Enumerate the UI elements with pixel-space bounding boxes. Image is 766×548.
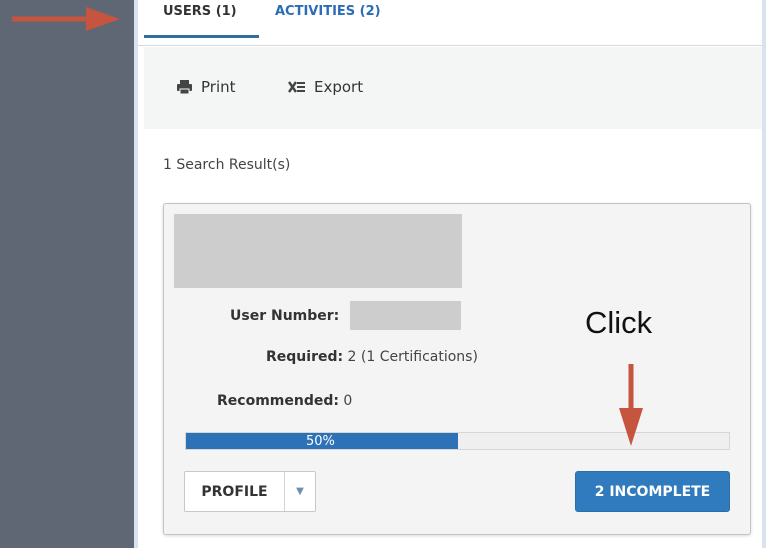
- search-result-count: 1 Search Result(s): [163, 157, 291, 173]
- printer-icon: [177, 80, 192, 95]
- export-label: Export: [314, 78, 364, 96]
- profile-button-group: PROFILE ▼: [184, 471, 316, 512]
- tab-users[interactable]: USERS (1): [163, 4, 237, 19]
- print-button[interactable]: Print: [176, 78, 236, 96]
- annotation-arrow-tabs: [12, 7, 120, 31]
- profile-button[interactable]: PROFILE: [185, 472, 285, 511]
- tab-activities[interactable]: ACTIVITIES (2): [275, 4, 381, 19]
- content-left-border: [134, 0, 138, 548]
- toolbar: Print Export: [144, 47, 762, 129]
- annotation-arrow-incomplete: [619, 364, 643, 446]
- profile-dropdown-toggle[interactable]: ▼: [285, 472, 315, 511]
- active-tab-indicator: [144, 35, 259, 38]
- content-right-border: [762, 0, 766, 548]
- click-annotation: Click: [585, 305, 653, 340]
- left-sidebar: [0, 0, 134, 548]
- redacted-user-name: [174, 214, 462, 288]
- required-field: Required: 2 (1 Certifications): [266, 349, 478, 365]
- required-label: Required:: [266, 349, 344, 365]
- progress-bar: 50%: [185, 432, 730, 450]
- recommended-value: 0: [343, 393, 353, 409]
- recommended-field: Recommended: 0: [217, 393, 352, 409]
- redacted-user-number: [350, 301, 461, 330]
- user-result-card: User Number: Required: 2 (1 Certificatio…: [163, 203, 751, 535]
- excel-export-icon: [288, 81, 305, 93]
- recommended-label: Recommended:: [217, 393, 339, 409]
- user-number-label: User Number:: [230, 308, 340, 324]
- chevron-down-icon: ▼: [296, 486, 304, 497]
- required-value: 2 (1 Certifications): [347, 349, 478, 365]
- print-label: Print: [201, 78, 236, 96]
- tab-bar: USERS (1) ACTIVITIES (2): [138, 0, 762, 46]
- export-button[interactable]: Export: [288, 78, 363, 96]
- progress-label: 50%: [306, 434, 335, 449]
- incomplete-button[interactable]: 2 INCOMPLETE: [575, 471, 730, 512]
